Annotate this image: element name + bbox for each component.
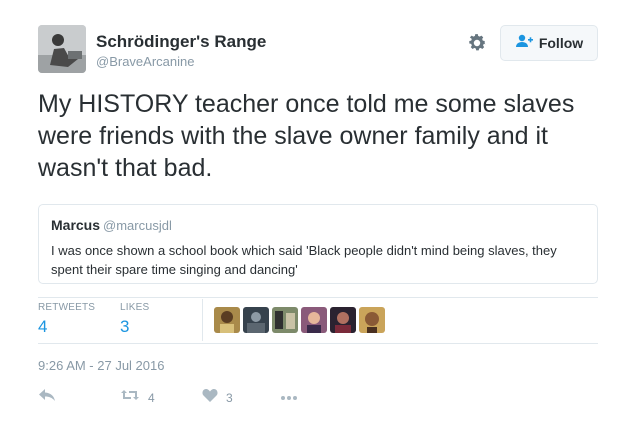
liker-avatar[interactable] <box>330 307 356 333</box>
more-button[interactable] <box>280 388 298 406</box>
tweet-timestamp[interactable]: 9:26 AM - 27 Jul 2016 <box>38 358 164 373</box>
retweets-stat[interactable]: RETWEETS 4 <box>38 302 95 337</box>
author-name[interactable]: Schrödinger's Range <box>96 32 266 52</box>
liker-avatars <box>214 307 385 333</box>
retweets-label: RETWEETS <box>38 302 96 313</box>
author-handle[interactable]: @BraveArcanine <box>96 54 194 69</box>
gear-icon[interactable] <box>466 32 488 54</box>
divider <box>38 297 598 298</box>
likes-count: 3 <box>120 317 130 336</box>
like-button[interactable]: 3 <box>202 388 233 407</box>
liker-avatar[interactable] <box>301 307 327 333</box>
more-icon <box>280 388 298 406</box>
quoted-tweet[interactable]: Marcus @marcusjdl I was once shown a scho… <box>38 204 598 284</box>
add-user-icon <box>515 34 533 53</box>
retweet-icon <box>120 388 140 407</box>
quote-author-name: Marcus <box>51 217 101 233</box>
retweet-count: 4 <box>148 390 155 405</box>
follow-button[interactable]: Follow <box>500 25 598 61</box>
reply-button[interactable] <box>38 388 56 407</box>
liker-avatar[interactable] <box>272 307 298 333</box>
likes-label: LIKES <box>120 302 150 313</box>
reply-icon <box>38 388 56 407</box>
likes-stat[interactable]: LIKES 3 <box>120 302 149 337</box>
liker-avatar[interactable] <box>359 307 385 333</box>
divider <box>38 343 598 344</box>
tweet-text: My HISTORY teacher once told me some sla… <box>38 90 575 182</box>
retweets-count: 4 <box>38 317 48 336</box>
quote-text: I was once shown a school book which sai… <box>51 243 557 277</box>
retweet-button[interactable]: 4 <box>120 388 155 407</box>
heart-icon <box>202 388 218 407</box>
like-count: 3 <box>226 390 233 405</box>
liker-avatar[interactable] <box>214 307 240 333</box>
author-avatar[interactable] <box>38 25 86 73</box>
follow-label: Follow <box>538 35 584 51</box>
liker-avatar[interactable] <box>243 307 269 333</box>
stats-separator <box>202 299 203 341</box>
quote-author-handle: @marcusjdl <box>103 218 172 233</box>
